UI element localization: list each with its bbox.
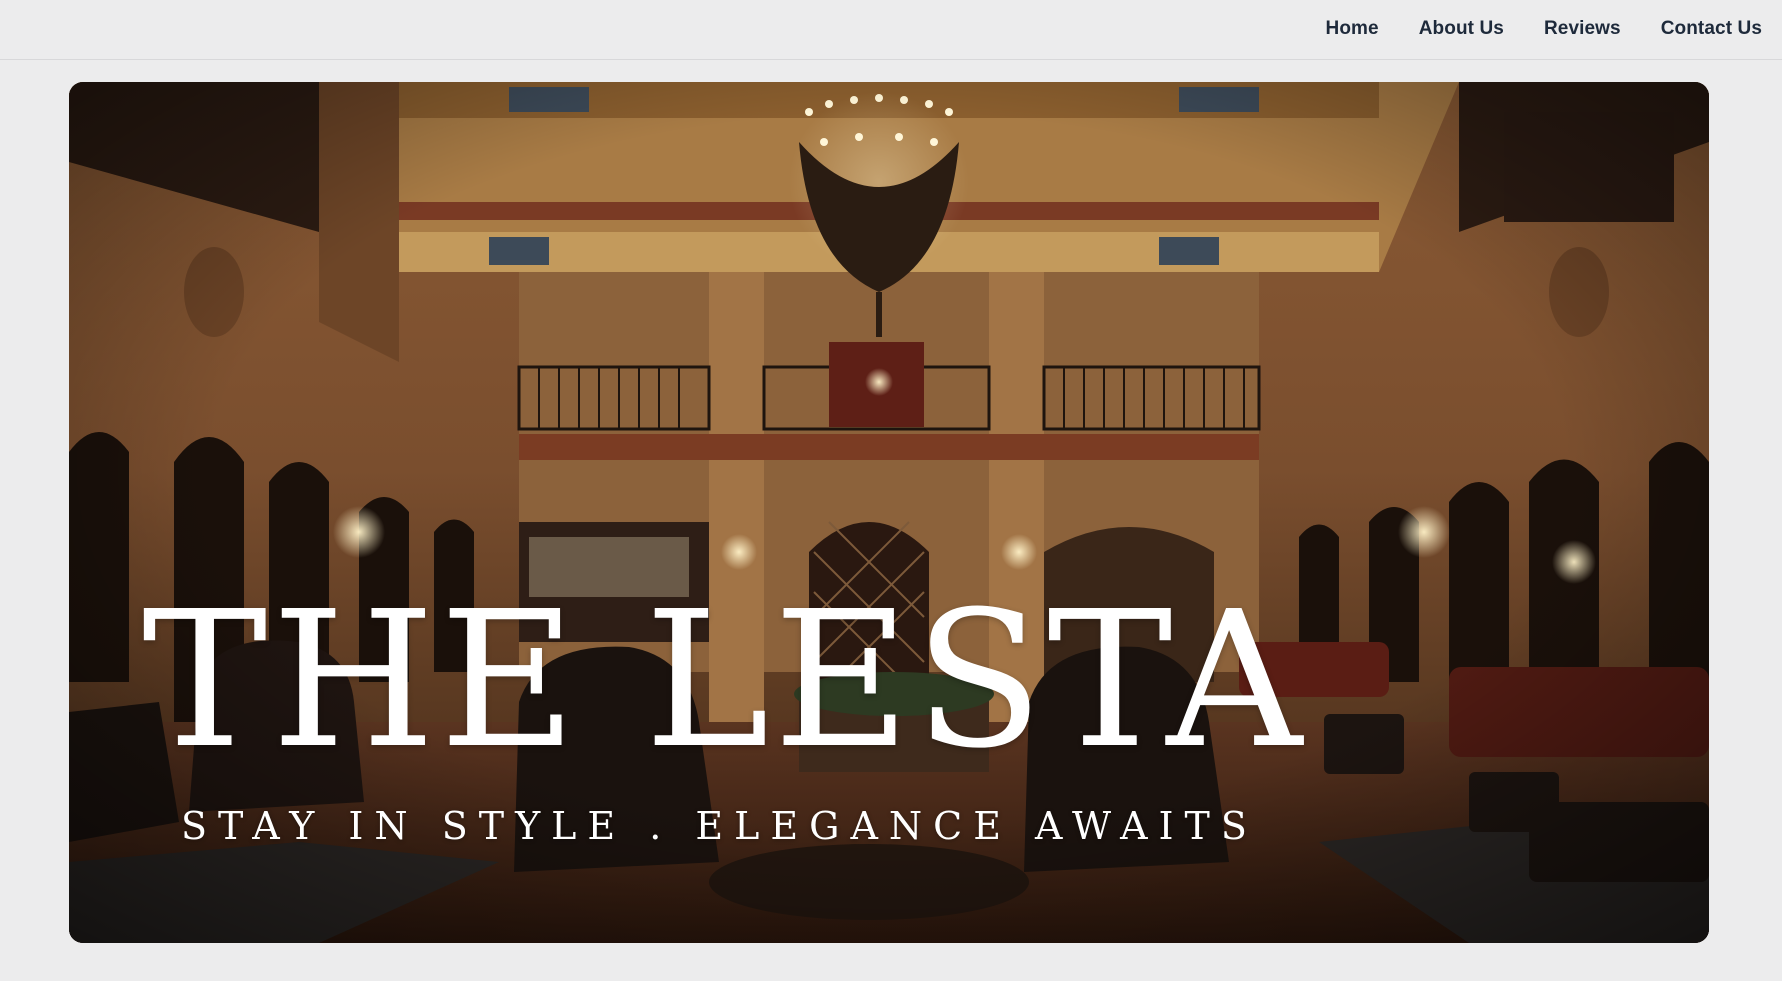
nav-about-us-link[interactable]: About Us bbox=[1419, 18, 1504, 40]
top-navigation-bar: Home About Us Reviews Contact Us bbox=[0, 0, 1782, 60]
main-nav: Home About Us Reviews Contact Us bbox=[1326, 0, 1762, 58]
nav-reviews-link[interactable]: Reviews bbox=[1544, 18, 1621, 40]
hero-tagline: STAY IN STYLE . ELEGANCE AWAITS bbox=[181, 804, 1258, 848]
hero-banner: THE LESTA STAY IN STYLE . ELEGANCE AWAIT… bbox=[69, 82, 1709, 943]
hero-title: THE LESTA bbox=[142, 571, 1307, 790]
nav-contact-us-link[interactable]: Contact Us bbox=[1661, 18, 1762, 40]
nav-home-link[interactable]: Home bbox=[1326, 18, 1379, 40]
